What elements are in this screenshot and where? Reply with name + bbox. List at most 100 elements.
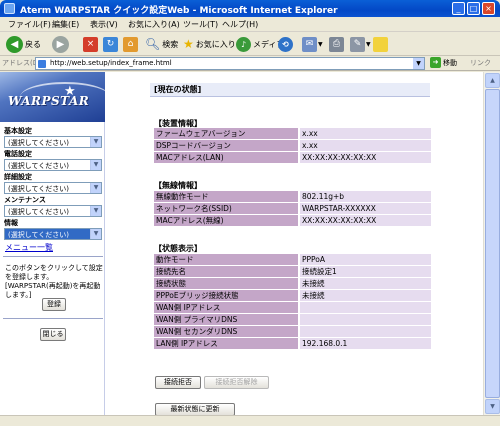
row-value: PPPoA <box>298 254 431 267</box>
chevron-down-icon[interactable]: ▼ <box>413 58 424 69</box>
table-row: WAN側 プライマリDNS <box>154 313 431 327</box>
scroll-up-icon[interactable]: ▲ <box>485 73 500 88</box>
window-title: Aterm WARPSTAR クイック設定Web - Microsoft Int… <box>20 6 338 16</box>
history-button[interactable]: ⟲ <box>278 35 293 53</box>
scroll-down-icon[interactable]: ▼ <box>485 399 500 414</box>
home-button[interactable]: ⌂ <box>123 35 138 53</box>
row-key: ファームウェアバージョン <box>154 128 299 141</box>
favorites-button[interactable]: ★ お気に入り <box>183 35 236 53</box>
nav-label-advanced: 詳細設定 <box>4 173 32 181</box>
table-row: MACアドレス(無線) XX:XX:XX:XX:XX:XX <box>154 214 431 228</box>
select-value: (選択してください) <box>8 208 70 216</box>
row-value <box>298 313 431 327</box>
table-row: WAN側 セカンダリDNS <box>154 325 431 339</box>
wireless-info-table: 無線動作モード 802.11g+b ネットワーク名(SSID) WARPSTAR-X… <box>154 191 431 228</box>
row-key: 無線動作モード <box>154 191 299 204</box>
maintenance-select[interactable]: (選択してください) ▼ <box>4 205 102 217</box>
row-value <box>298 325 431 339</box>
go-button[interactable]: ➜ 移動 <box>430 57 457 68</box>
advanced-settings-select[interactable]: (選択してください) ▼ <box>4 182 102 194</box>
basic-settings-select[interactable]: (選択してください) ▼ <box>4 136 102 148</box>
chevron-down-icon: ▼ <box>318 40 323 48</box>
stop-button[interactable]: × <box>83 35 98 53</box>
scroll-thumb[interactable] <box>485 89 500 398</box>
toolbar: ◀ 戻る ▶ × ↻ ⌂ 🔍︎ 検索 ★ お気に入り ♪ メディア ⟲ ✉ ▼ … <box>0 32 500 56</box>
messenger-button[interactable] <box>373 35 388 53</box>
history-icon: ⟲ <box>278 36 293 52</box>
close-button[interactable]: × <box>482 2 495 15</box>
cancel-reject-button[interactable]: 接続拒否解除 <box>204 376 269 389</box>
phone-settings-select[interactable]: (選択してください) ▼ <box>4 159 102 171</box>
links-button[interactable]: リンク <box>470 58 491 68</box>
divider <box>3 318 103 319</box>
row-key: MACアドレス(無線) <box>154 214 299 228</box>
table-row: ファームウェアバージョン x.xx <box>154 128 431 141</box>
row-key: PPPoEブリッジ接続状態 <box>154 289 299 303</box>
nav-group-info: 情報 (選択してください) ▼ <box>4 219 102 240</box>
row-value <box>298 301 431 315</box>
row-value: x.xx <box>298 128 431 141</box>
back-label: 戻る <box>25 39 41 49</box>
menu-list-link[interactable]: メニュー一覧 <box>5 242 53 253</box>
mail-button[interactable]: ✉ ▼ <box>302 35 323 53</box>
ie-icon <box>4 3 15 14</box>
chevron-down-icon: ▼ <box>90 183 101 193</box>
refresh-button[interactable]: ↻ <box>103 35 118 53</box>
close-page-button[interactable]: 閉じる <box>40 328 66 341</box>
edit-button[interactable]: ✎ ▼ <box>350 35 371 53</box>
address-input[interactable]: http://web.setup/index_frame.html ▼ <box>35 57 425 70</box>
table-row: 無線動作モード 802.11g+b <box>154 191 431 204</box>
status-heading: 【状態表示】 <box>154 244 202 253</box>
chevron-down-icon: ▼ <box>90 229 101 239</box>
menu-help[interactable]: ヘルプ(H) <box>222 19 258 30</box>
vertical-scrollbar[interactable]: ▲ ▼ <box>483 72 500 415</box>
stop-icon: × <box>83 36 98 52</box>
menu-file[interactable]: ファイル(F) <box>8 19 51 30</box>
nav-group-advanced: 詳細設定 (選択してください) ▼ <box>4 173 102 194</box>
nav-group-phone: 電話設定 (選択してください) ▼ <box>4 150 102 171</box>
row-value: XX:XX:XX:XX:XX:XX <box>298 214 431 228</box>
forward-arrow-icon: ▶ <box>52 35 69 53</box>
table-row: MACアドレス(LAN) XX:XX:XX:XX:XX:XX <box>154 151 431 165</box>
refresh-status-button[interactable]: 最新状態に更新 <box>155 403 235 415</box>
status-table: 動作モード PPPoA 接続先名 接続設定1 接続状態 未接続 PPPoEブリッジ接続… <box>154 254 431 351</box>
minimize-button[interactable]: _ <box>452 2 465 15</box>
device-info-table: ファームウェアバージョン x.xx DSPコードバージョン x.xx MACアドレス… <box>154 128 431 165</box>
row-key: WAN側 プライマリDNS <box>154 313 299 327</box>
star-icon: ★ <box>183 37 194 51</box>
menu-view[interactable]: 表示(V) <box>90 19 118 30</box>
menu-favorites[interactable]: お気に入り(A) <box>128 19 180 30</box>
table-row: LAN側 IPアドレス 192.168.0.1 <box>154 337 431 351</box>
maximize-button[interactable]: □ <box>467 2 480 15</box>
row-value: XX:XX:XX:XX:XX:XX <box>298 151 431 165</box>
menu-edit[interactable]: 編集(E) <box>52 19 79 30</box>
go-label: 移動 <box>443 58 457 67</box>
back-button[interactable]: ◀ 戻る <box>6 35 41 53</box>
menu-tools[interactable]: ツール(T) <box>183 19 218 30</box>
row-value: 192.168.0.1 <box>298 337 431 351</box>
page-title: [現在の状態] <box>150 83 430 97</box>
row-value: 接続設定1 <box>298 265 431 279</box>
nav-label-maintenance: メンテナンス <box>4 196 46 204</box>
refresh-icon: ↻ <box>103 36 118 52</box>
messenger-icon <box>373 36 388 52</box>
forward-button[interactable]: ▶ <box>52 35 69 53</box>
menu-bar: ファイル(F) 編集(E) 表示(V) お気に入り(A) ツール(T) ヘルプ(… <box>0 17 500 32</box>
media-icon: ♪ <box>236 36 251 52</box>
row-key: WAN側 IPアドレス <box>154 301 299 315</box>
info-select[interactable]: (選択してください) ▼ <box>4 228 102 240</box>
search-button[interactable]: 🔍︎ 検索 <box>145 35 178 53</box>
edit-icon: ✎ <box>350 36 365 52</box>
warpstar-logo: ★ WARPSTAR <box>0 72 105 122</box>
print-button[interactable]: ⎙ <box>329 35 344 53</box>
divider <box>3 256 103 257</box>
row-value: 802.11g+b <box>298 191 431 204</box>
chevron-down-icon: ▼ <box>90 160 101 170</box>
register-button[interactable]: 登録 <box>42 298 66 311</box>
row-key: ネットワーク名(SSID) <box>154 202 299 216</box>
reject-connection-button[interactable]: 接続拒否 <box>155 376 201 389</box>
wireless-info-heading: 【無線情報】 <box>154 181 202 190</box>
table-row: 接続状態 未接続 <box>154 277 431 291</box>
row-value: WARPSTAR-XXXXXX <box>298 202 431 216</box>
table-row: DSPコードバージョン x.xx <box>154 139 431 153</box>
